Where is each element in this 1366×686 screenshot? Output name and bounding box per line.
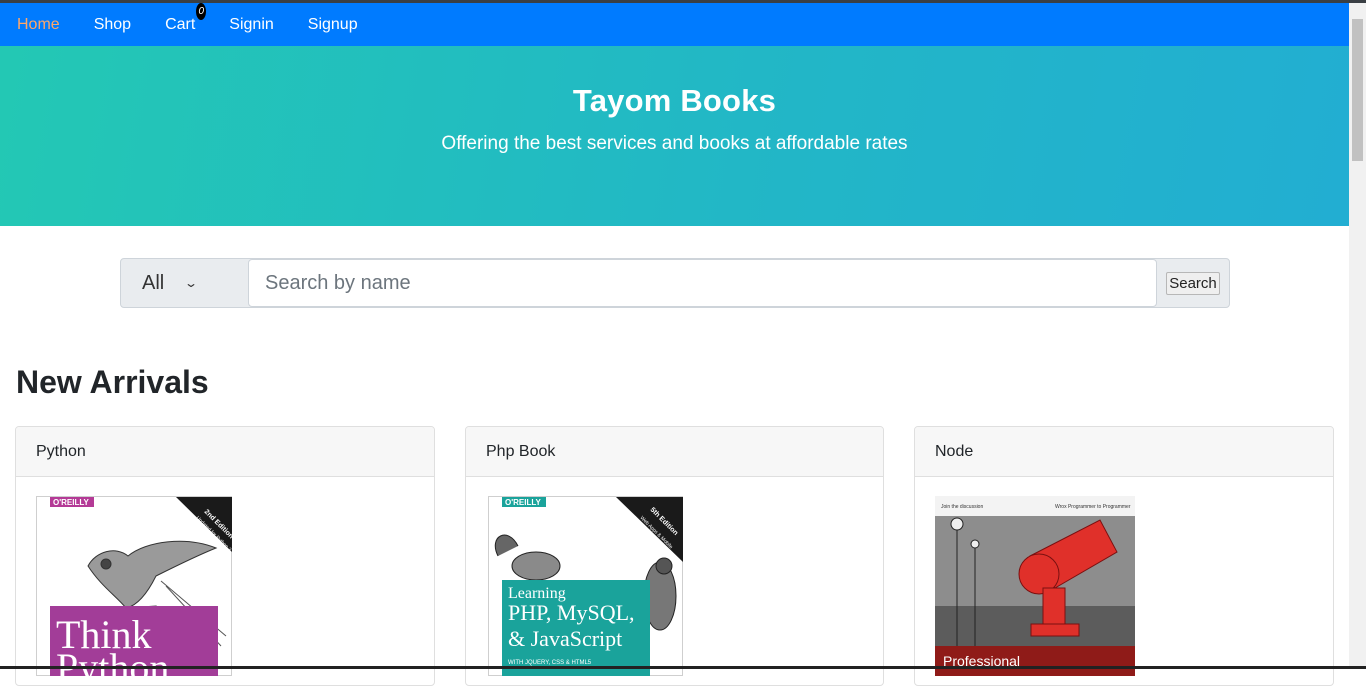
book-cover-image[interactable]: O'REILLY 2nd Edition Updated for Python … [36, 496, 233, 676]
svg-text:O'REILLY: O'REILLY [505, 498, 542, 507]
svg-text:PHP, MySQL,: PHP, MySQL, [508, 600, 635, 625]
svg-text:Join the discussion: Join the discussion [941, 504, 983, 510]
book-card[interactable]: Php Book O'REILLY 5th Edition Web Apps &… [465, 426, 884, 686]
book-card-title: Python [16, 427, 434, 477]
nav-signup-link[interactable]: Signup [308, 16, 358, 34]
search-button[interactable]: Search [1166, 271, 1220, 295]
navbar: Home Shop Cart 0 Signin Signup [0, 2, 1349, 46]
svg-text:& JavaScript: & JavaScript [508, 626, 622, 651]
svg-text:O'REILLY: O'REILLY [53, 498, 90, 507]
nav-cart-link[interactable]: Cart 0 [165, 2, 207, 34]
cart-count-badge: 0 [196, 2, 207, 20]
search-bar: All ⌄ Search by name Search [120, 258, 1230, 308]
book-card[interactable]: Python O'REILLY 2nd Edition Updated for … [15, 426, 435, 686]
nav-shop-link[interactable]: Shop [94, 16, 131, 34]
svg-text:Wrox Programmer to Programmer: Wrox Programmer to Programmer [1055, 504, 1131, 510]
site-title: Tayom Books [572, 83, 777, 118]
book-cover-image[interactable]: O'REILLY 5th Edition Web Apps & Mobile L… [488, 496, 684, 676]
vertical-scrollbar[interactable] [1349, 3, 1366, 669]
category-select[interactable]: All ⌄ [121, 259, 248, 307]
chevron-down-icon: ⌄ [184, 276, 199, 290]
book-card[interactable]: Node Join the discussion Wrox Programmer… [914, 426, 1334, 686]
book-card-title: Node [915, 427, 1333, 477]
nav-signin-link[interactable]: Signin [229, 16, 273, 34]
hero-banner: Tayom Books Offering the best services a… [0, 46, 1349, 226]
book-card-title: Php Book [466, 427, 883, 477]
category-select-value: All [142, 271, 165, 294]
search-button-wrapper: Search [1157, 259, 1229, 307]
search-input[interactable]: Search by name [248, 259, 1157, 307]
nav-home-link[interactable]: Home [17, 16, 60, 34]
section-title-new-arrivals: New Arrivals [16, 364, 209, 400]
nav-cart-label: Cart [165, 15, 196, 33]
site-tagline: Offering the best services and books at … [441, 133, 908, 154]
scrollbar-thumb[interactable] [1352, 19, 1363, 161]
svg-text:Python: Python [56, 645, 169, 676]
book-cover-image[interactable]: Join the discussion Wrox Programmer to P… [935, 496, 1135, 676]
